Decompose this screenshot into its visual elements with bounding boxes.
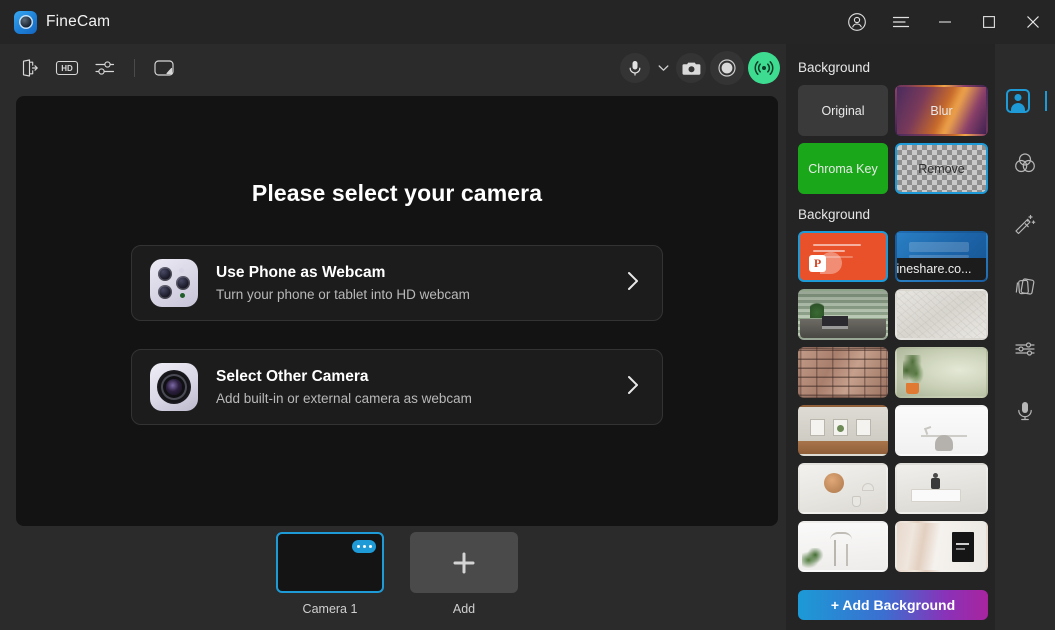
- camera-item-1[interactable]: Camera 1: [276, 532, 384, 624]
- background-thumb-green-plant[interactable]: [895, 347, 988, 398]
- chevron-down-icon[interactable]: [654, 53, 672, 83]
- option-title: Select Other Camera: [216, 368, 369, 385]
- mode-label: Original: [821, 103, 865, 118]
- microphone-icon[interactable]: [620, 53, 650, 83]
- title-bar: FineCam: [0, 0, 1055, 44]
- toolbar-left-group: HD: [12, 52, 181, 84]
- mode-blur[interactable]: Blur: [895, 85, 988, 136]
- close-icon[interactable]: [1011, 0, 1055, 44]
- rail-item-adjust[interactable]: [995, 318, 1055, 380]
- camera-thumbnail[interactable]: [276, 532, 384, 593]
- mode-label: Remove: [918, 161, 965, 176]
- settings-sliders-icon[interactable]: [88, 52, 122, 84]
- toolbar-divider: [134, 59, 135, 77]
- color-filters-icon: [1015, 153, 1035, 173]
- more-options-icon[interactable]: [352, 540, 376, 553]
- rail-item-filters[interactable]: [995, 132, 1055, 194]
- finecam-window: FineCam HD Please select your camera Use…: [0, 0, 1055, 630]
- magic-wand-icon: [1015, 214, 1036, 235]
- rail-item-layers[interactable]: [995, 256, 1055, 318]
- plus-icon: [453, 552, 475, 573]
- add-camera-button[interactable]: [410, 532, 518, 593]
- camera-item-add[interactable]: Add: [410, 532, 518, 624]
- option-title: Use Phone as Webcam: [216, 264, 386, 281]
- background-thumb-plaster[interactable]: [895, 289, 988, 340]
- background-thumb-poster[interactable]: [895, 521, 988, 572]
- background-thumb-ppt-orange[interactable]: P: [798, 231, 888, 282]
- select-other-text: Select Other Camera Add built-in or exte…: [216, 368, 624, 406]
- add-background-button[interactable]: + Add Background: [798, 590, 988, 620]
- camera-label: Camera 1: [302, 602, 358, 616]
- background-thumbnail-grid: P fineshare.co...: [786, 222, 995, 572]
- rail-item-effects[interactable]: [995, 194, 1055, 256]
- minimize-icon[interactable]: [923, 0, 967, 44]
- rail-item-audio[interactable]: [995, 380, 1055, 442]
- chevron-right-icon: [624, 268, 642, 299]
- mode-chroma-key[interactable]: Chroma Key: [798, 143, 888, 194]
- snapshot-camera-icon[interactable]: [676, 53, 706, 83]
- thumbnail-tooltip: fineshare.co...: [897, 258, 986, 280]
- chevron-right-icon: [624, 372, 642, 403]
- broadcast-live-icon[interactable]: [748, 52, 780, 84]
- mode-remove[interactable]: Remove: [895, 143, 988, 194]
- background-thumb-mirror[interactable]: [798, 463, 888, 514]
- record-icon[interactable]: [710, 51, 744, 85]
- exit-icon[interactable]: [12, 52, 46, 84]
- mode-label: Chroma Key: [808, 161, 878, 176]
- background-thumb-office[interactable]: [798, 289, 888, 340]
- maximize-icon[interactable]: [967, 0, 1011, 44]
- background-library-heading: Background: [798, 207, 871, 222]
- toolbar-right-group: [620, 51, 780, 85]
- select-other-camera-card[interactable]: Select Other Camera Add built-in or exte…: [131, 349, 663, 425]
- layers-cards-icon: [1015, 278, 1035, 295]
- main-toolbar: HD: [0, 44, 786, 92]
- whiteboard-icon[interactable]: [147, 52, 181, 84]
- camera-preview-area: Please select your camera Use Phone as W…: [16, 96, 778, 526]
- add-label: Add: [452, 602, 476, 616]
- background-thumb-framed-art[interactable]: [798, 405, 888, 456]
- camera-strip: Camera 1 Add: [16, 532, 778, 624]
- background-thumb-ppt-blue[interactable]: fineshare.co...: [895, 231, 988, 282]
- page-title: Please select your camera: [251, 180, 543, 206]
- adjust-sliders-icon: [1015, 342, 1035, 356]
- option-subtitle: Turn your phone or tablet into HD webcam: [216, 287, 470, 302]
- option-subtitle: Add built-in or external camera as webca…: [216, 391, 472, 406]
- svg-text:HD: HD: [61, 64, 73, 73]
- use-phone-as-webcam-card[interactable]: Use Phone as Webcam Turn your phone or t…: [131, 245, 663, 321]
- background-mode-grid: Original Blur Chroma Key Remove: [786, 75, 995, 194]
- right-icon-rail: [995, 44, 1055, 630]
- background-person-icon: [1006, 89, 1030, 113]
- mode-label: Blur: [930, 103, 953, 118]
- background-thumb-shelf[interactable]: [895, 463, 988, 514]
- rail-item-background[interactable]: [995, 70, 1055, 132]
- finecam-logo-icon: [14, 10, 37, 34]
- use-phone-text: Use Phone as Webcam Turn your phone or t…: [216, 264, 624, 302]
- mode-original[interactable]: Original: [798, 85, 888, 136]
- background-panel: Background Original Blur Chroma Key Remo…: [786, 44, 995, 630]
- background-thumb-brick[interactable]: [798, 347, 888, 398]
- camera-lens-icon: [150, 363, 198, 411]
- app-title: FineCam: [46, 13, 111, 30]
- window-controls: [835, 0, 1055, 44]
- background-thumb-plant-lamp[interactable]: [798, 521, 888, 572]
- phone-camera-icon: [150, 259, 198, 307]
- hamburger-menu-icon[interactable]: [879, 0, 923, 44]
- app-brand: FineCam: [14, 10, 111, 34]
- hd-icon[interactable]: HD: [50, 52, 84, 84]
- background-thumb-white-desk[interactable]: [895, 405, 988, 456]
- audio-microphone-icon: [1018, 402, 1032, 421]
- background-modes-heading: Background: [798, 60, 871, 75]
- account-icon[interactable]: [835, 0, 879, 44]
- powerpoint-icon: P: [809, 255, 826, 272]
